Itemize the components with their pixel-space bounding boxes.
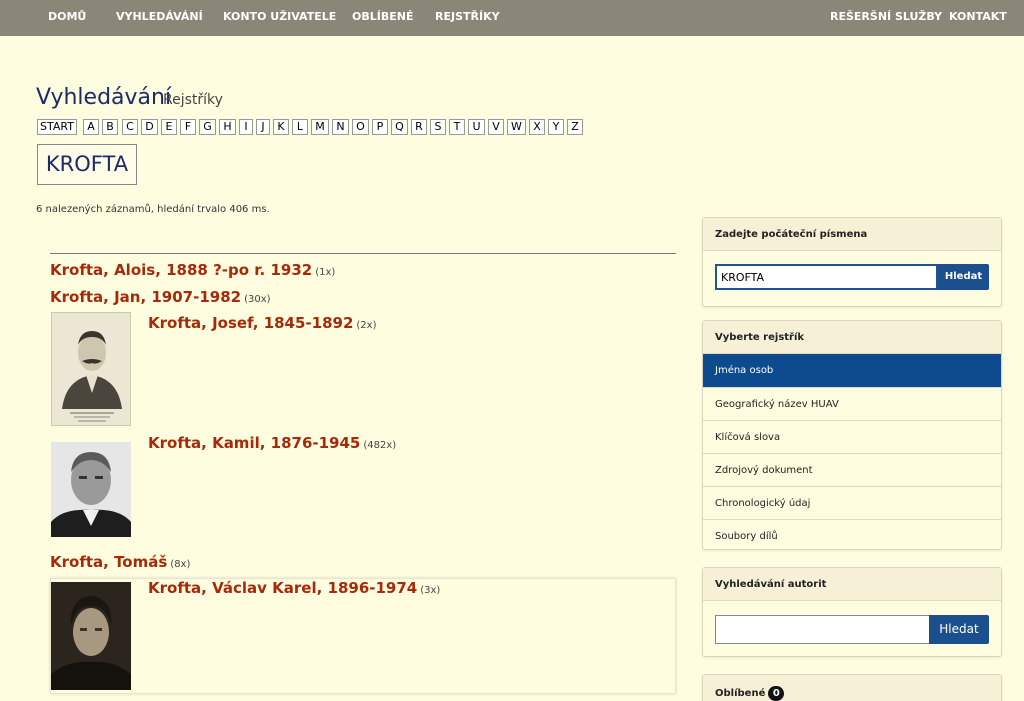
result-name: Krofta, Jan, 1907-1982: [50, 288, 242, 306]
letter-q-button[interactable]: Q: [391, 119, 408, 135]
registry-item-part-files[interactable]: Soubory dílů: [703, 519, 1001, 552]
authority-search-input[interactable]: [715, 615, 930, 644]
letters-search-input[interactable]: KROFTA: [715, 264, 938, 290]
result-name: Krofta, Kamil, 1876-1945: [148, 434, 361, 452]
letter-h-button[interactable]: H: [219, 119, 236, 135]
portrait-thumbnail[interactable]: [51, 442, 131, 537]
result-name: Krofta, Josef, 1845-1892: [148, 314, 354, 332]
letters-search-button[interactable]: Hledat: [938, 264, 989, 290]
result-count: (2x): [356, 320, 377, 331]
result-count: (30x): [244, 294, 271, 305]
result-link[interactable]: Krofta, Václav Karel, 1896-1974 (3x): [148, 579, 440, 597]
result-count: (482x): [363, 440, 397, 451]
result-name: Krofta, Alois, 1888 ?-po r. 1932: [50, 261, 313, 279]
letter-r-button[interactable]: R: [411, 119, 427, 135]
panel-title: Vyberte rejstřík: [703, 321, 1001, 354]
nav-search[interactable]: VYHLEDÁVÁNÍ: [116, 10, 203, 23]
nav-favorites[interactable]: OBLÍBENÉ: [352, 10, 413, 23]
result-name: Krofta, Václav Karel, 1896-1974: [148, 579, 418, 597]
results-divider: [50, 253, 676, 254]
authority-search-panel: Vyhledávání autorit Hledat: [702, 567, 1002, 657]
letter-b-button[interactable]: B: [102, 119, 118, 135]
letter-i-button[interactable]: I: [239, 119, 253, 135]
letter-a-button[interactable]: A: [83, 119, 99, 135]
nav-registers[interactable]: REJSTŘÍKY: [435, 10, 500, 23]
letter-n-button[interactable]: N: [332, 119, 349, 135]
current-query-heading: KROFTA: [37, 144, 137, 185]
result-link[interactable]: Krofta, Josef, 1845-1892 (2x): [148, 314, 377, 332]
letter-start-button[interactable]: START: [37, 119, 77, 135]
results-summary: 6 nalezených záznamů, hledání trvalo 406…: [36, 204, 270, 215]
page-title: Vyhledávání: [36, 85, 172, 110]
nav-user-account[interactable]: KONTO UŽIVATELE: [223, 10, 336, 23]
letters-search-panel: Zadejte počáteční písmena KROFTA Hledat: [702, 217, 1002, 307]
result-count: (8x): [170, 559, 191, 570]
favorites-panel: Oblíbené 0: [702, 674, 1002, 701]
nav-contact[interactable]: KONTAKT: [949, 10, 1007, 23]
letter-j-button[interactable]: J: [256, 119, 270, 135]
authority-search-button[interactable]: Hledat: [929, 615, 989, 644]
letter-o-button[interactable]: O: [352, 119, 369, 135]
letter-f-button[interactable]: F: [180, 119, 196, 135]
page-subtitle: Rejstříky: [163, 92, 223, 108]
result-link[interactable]: Krofta, Jan, 1907-1982 (30x): [50, 288, 271, 306]
letter-d-button[interactable]: D: [141, 119, 158, 135]
top-navigation: DOMŮ VYHLEDÁVÁNÍ KONTO UŽIVATELE OBLÍBEN…: [0, 0, 1024, 36]
panel-title: Oblíbené: [715, 688, 766, 699]
result-link[interactable]: Krofta, Tomáš (8x): [50, 553, 190, 571]
result-name: Krofta, Tomáš: [50, 553, 168, 571]
result-link[interactable]: Krofta, Alois, 1888 ?-po r. 1932 (1x): [50, 261, 335, 279]
letter-l-button[interactable]: L: [292, 119, 308, 135]
nav-home[interactable]: DOMŮ: [48, 10, 86, 23]
letter-c-button[interactable]: C: [122, 119, 138, 135]
letter-t-button[interactable]: T: [449, 119, 465, 135]
registry-item-persons[interactable]: Jména osob: [703, 354, 1001, 387]
result-count: (1x): [315, 267, 336, 278]
registry-item-keywords[interactable]: Klíčová slova: [703, 420, 1001, 453]
letter-p-button[interactable]: P: [372, 119, 388, 135]
registry-item-source-document[interactable]: Zdrojový dokument: [703, 453, 1001, 486]
letter-w-button[interactable]: W: [507, 119, 526, 135]
letter-e-button[interactable]: E: [161, 119, 177, 135]
letter-s-button[interactable]: S: [430, 119, 446, 135]
letter-v-button[interactable]: V: [488, 119, 504, 135]
nav-research-services[interactable]: REŠERŠNÍ SLUŽBY: [830, 10, 942, 23]
panel-title: Zadejte počáteční písmena: [703, 218, 1001, 251]
registry-item-chronological[interactable]: Chronologický údaj: [703, 486, 1001, 519]
registry-item-geographic[interactable]: Geografický název HUAV: [703, 387, 1001, 420]
letter-u-button[interactable]: U: [468, 119, 485, 135]
portrait-engraving-image: [52, 313, 130, 425]
letter-x-button[interactable]: X: [529, 119, 545, 135]
registry-panel: Vyberte rejstřík Jména osob Geografický …: [702, 320, 1002, 550]
letter-g-button[interactable]: G: [199, 119, 216, 135]
letter-y-button[interactable]: Y: [548, 119, 564, 135]
panel-title: Vyhledávání autorit: [703, 568, 1001, 601]
result-count: (3x): [420, 585, 441, 596]
portrait-photo-image: [51, 582, 131, 690]
portrait-photo-image: [51, 442, 131, 537]
favorites-count-badge: 0: [768, 686, 785, 701]
portrait-thumbnail[interactable]: [51, 582, 131, 690]
favorites-header[interactable]: Oblíbené 0: [703, 675, 1001, 701]
letter-k-button[interactable]: K: [273, 119, 289, 135]
portrait-thumbnail[interactable]: [51, 312, 131, 426]
result-link[interactable]: Krofta, Kamil, 1876-1945 (482x): [148, 434, 396, 452]
letter-z-button[interactable]: Z: [567, 119, 583, 135]
letter-m-button[interactable]: M: [311, 119, 329, 135]
